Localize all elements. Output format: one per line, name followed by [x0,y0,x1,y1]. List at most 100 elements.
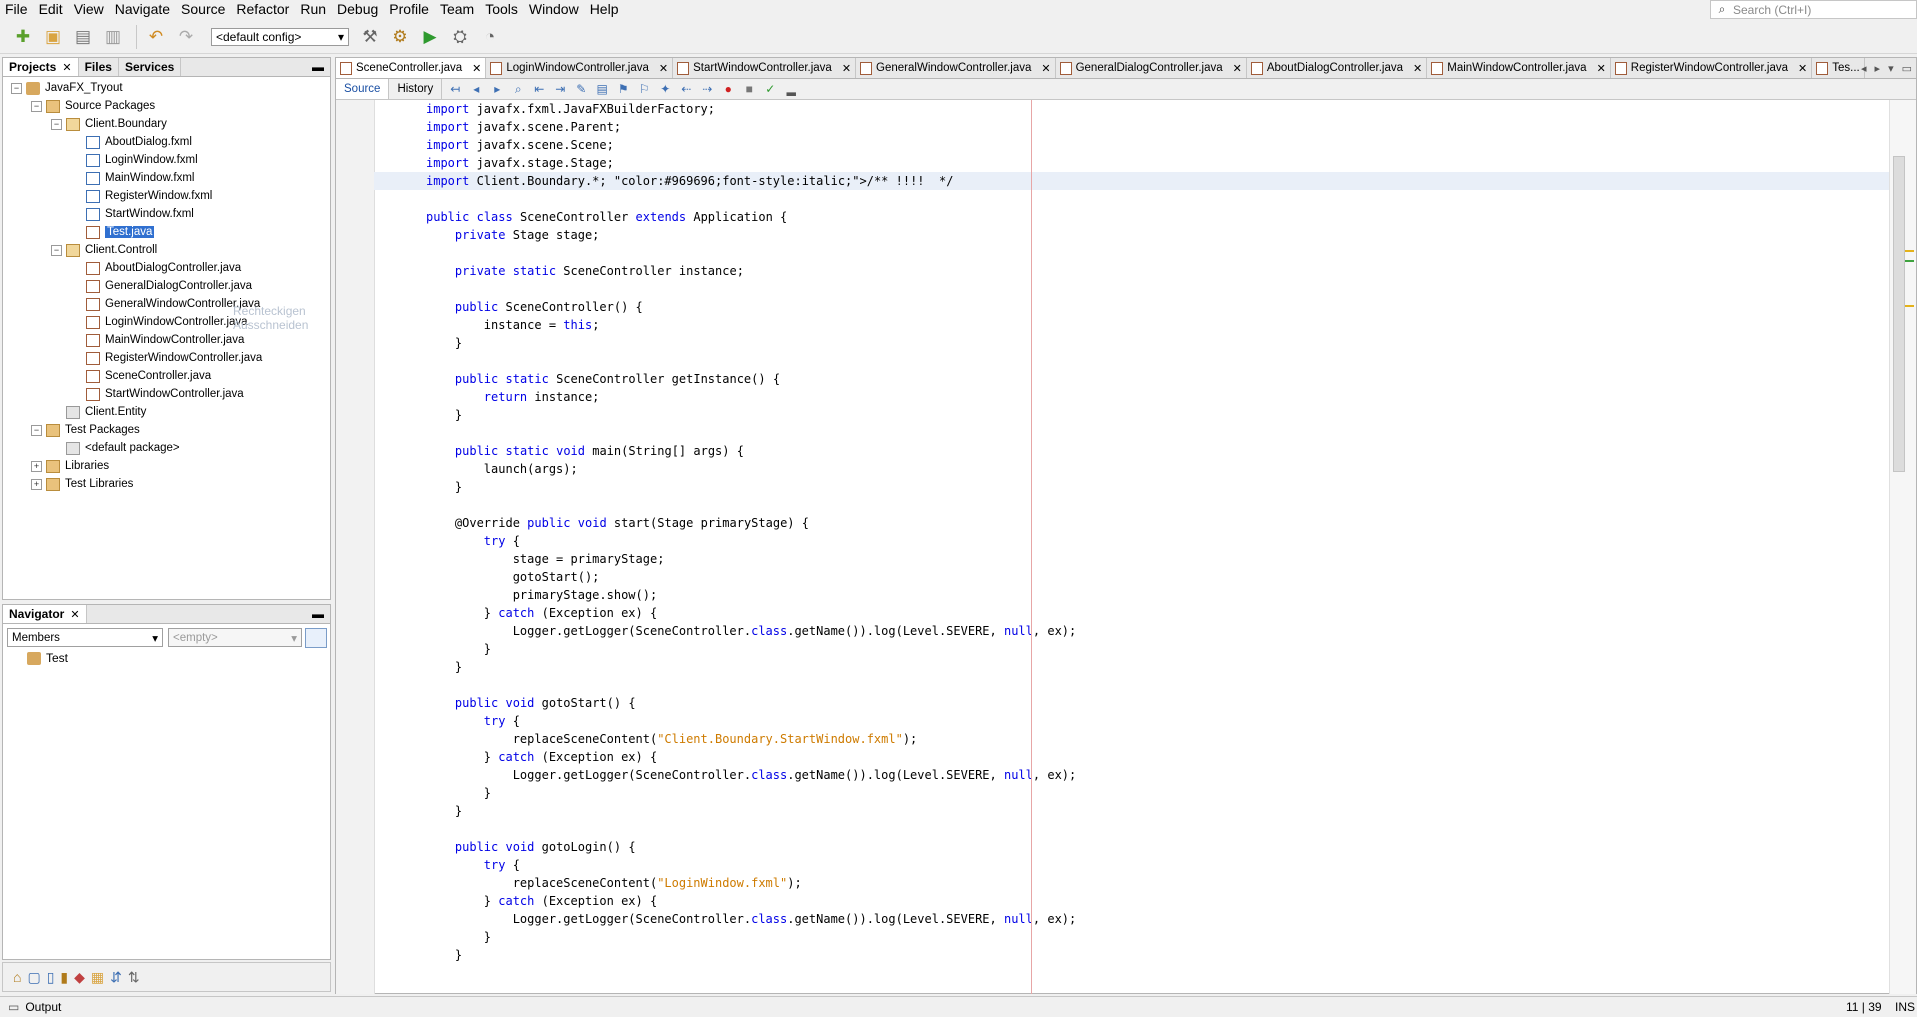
close-project-icon[interactable]: ▥ [100,24,126,50]
tree-item[interactable]: Client.Entity [51,403,146,421]
tree-item[interactable]: MainWindowController.java [71,331,244,349]
folder-icon[interactable]: ▦ [91,969,104,986]
editor-tab[interactable]: Tes... [1812,58,1865,78]
close-icon[interactable]: ✕ [1798,62,1807,75]
find-previous-icon[interactable]: ⇤ [531,81,547,97]
code-line[interactable]: 18 public SceneController() { [374,298,1889,316]
collapse-icon[interactable]: − [11,82,22,94]
code-line[interactable]: 50 replaceSceneContent("LoginWindow.fxml… [374,874,1889,892]
code-line[interactable]: 42 replaceSceneContent("Client.Boundary.… [374,730,1889,748]
code-line[interactable]: 46 } [374,802,1889,820]
code-line[interactable]: 17 [374,280,1889,298]
filter-select[interactable]: <empty> ▾ [168,628,302,647]
tree-item[interactable]: SceneController.java [71,367,211,385]
tree-item[interactable]: LoginWindow.fxml [71,151,198,169]
shift-left-icon[interactable]: ⇠ [678,81,694,97]
code-line[interactable]: 36 Logger.getLogger(SceneController.clas… [374,622,1889,640]
code-line[interactable]: public class SceneController extends App… [374,208,1889,226]
code-line[interactable]: 15 [374,244,1889,262]
editor-tab[interactable]: AboutDialogController.java ✕ [1247,58,1428,78]
code-line[interactable]: 25 [374,424,1889,442]
redo-icon[interactable]: ↷ [173,24,199,50]
close-icon[interactable]: ✕ [842,62,851,75]
project-icon[interactable]: ⌂ [13,969,21,985]
toggle-bookmark-icon[interactable]: ✦ [657,81,673,97]
close-icon[interactable]: ✕ [472,62,481,75]
tab-projects[interactable]: Projects ✕ [3,58,79,76]
scroll-thumb[interactable] [1893,156,1905,472]
code-line[interactable]: 45 } [374,784,1889,802]
close-icon[interactable]: ✕ [62,61,71,74]
code-line[interactable]: 51 } catch (Exception ex) { [374,892,1889,910]
undo-icon[interactable]: ↶ [143,24,169,50]
expand-icon[interactable]: + [31,460,42,472]
stop-macro-icon[interactable]: ■ [741,81,757,97]
code-line[interactable]: 39 [374,676,1889,694]
tab-files[interactable]: Files [79,58,119,76]
tab-services[interactable]: Services [119,58,182,76]
tree-item[interactable]: LoginWindowController.java [71,313,248,331]
code-line[interactable]: 20 } [374,334,1889,352]
code-line[interactable]: 53 } [374,928,1889,946]
close-icon[interactable]: ✕ [1413,62,1422,75]
code-line[interactable]: 40 public void gotoStart() { [374,694,1889,712]
menu-run[interactable]: Run [295,0,332,18]
collapse-icon[interactable]: − [51,244,62,256]
members-select[interactable]: Members ▾ [7,628,163,647]
clean-build-icon[interactable]: ⚙ [387,24,413,50]
code-line[interactable]: import Client.Boundary.*; "color:#969696… [374,172,1889,190]
menu-source[interactable]: Source [176,0,231,18]
tab-source[interactable]: Source [336,79,390,99]
code-line[interactable]: 44 Logger.getLogger(SceneController.clas… [374,766,1889,784]
tree-item[interactable]: AboutDialog.fxml [71,133,192,151]
code-line[interactable]: instance = this; [374,316,1889,334]
lock-icon[interactable]: ▮ [60,969,68,986]
open-project-icon[interactable]: ▤ [70,24,96,50]
debug-icon[interactable]: ⛭ [447,24,473,50]
code-line[interactable]: 52 Logger.getLogger(SceneController.clas… [374,910,1889,928]
run-icon[interactable]: ▶ [417,24,443,50]
code-line[interactable]: 49 try { [374,856,1889,874]
navigator-item-test[interactable]: Test [27,649,68,667]
editor-tab[interactable]: GeneralDialogController.java ✕ [1056,58,1247,78]
editor-tab[interactable]: SceneController.java ✕ [336,58,487,78]
code-line[interactable]: 32 stage = primaryStage; [374,550,1889,568]
comment-icon[interactable]: ✓ [762,81,778,97]
tree-item[interactable]: − Client.Boundary [51,115,167,133]
new-file-icon[interactable]: ✚ [10,24,36,50]
code-line[interactable]: 26 public static void main(String[] args… [374,442,1889,460]
close-icon[interactable]: ✕ [1597,62,1606,75]
close-icon[interactable]: ✕ [1041,62,1050,75]
tree-item[interactable]: StartWindow.fxml [71,205,194,223]
search-input[interactable]: ⌕ Search (Ctrl+I) [1710,0,1917,19]
collapse-icon[interactable]: − [31,100,42,112]
tree-item[interactable]: RegisterWindow.fxml [71,187,212,205]
menu-navigate[interactable]: Navigate [110,0,176,18]
editor-tab[interactable]: StartWindowController.java ✕ [673,58,857,78]
menu-view[interactable]: View [69,0,110,18]
menu-team[interactable]: Team [435,0,480,18]
menu-tools[interactable]: Tools [480,0,524,18]
build-icon[interactable]: ⚒ [357,24,383,50]
minimize-icon[interactable]: ▬ [312,58,324,76]
tree-item[interactable]: − Client.Controll [51,241,157,259]
menu-edit[interactable]: Edit [34,0,69,18]
split-icon[interactable]: ▯ [47,969,55,986]
code-line[interactable]: 21 [374,352,1889,370]
vertical-scrollbar[interactable] [1889,100,1916,994]
uncomment-icon[interactable]: ▂ [783,81,799,97]
code-line[interactable]: 7import javafx.fxml.JavaFXBuilderFactory… [374,100,1889,118]
editor-tab[interactable]: MainWindowController.java ✕ [1427,58,1611,78]
shapes-icon[interactable]: ◆ [74,969,85,986]
menu-debug[interactable]: Debug [332,0,384,18]
code-line[interactable]: 34 primaryStage.show(); [374,586,1889,604]
code-line[interactable]: 47 [374,820,1889,838]
code-line[interactable]: 14 private Stage stage; [374,226,1889,244]
code-line[interactable]: 9import javafx.scene.Scene; [374,136,1889,154]
output-tab[interactable]: Output [25,1000,61,1014]
code-line[interactable]: 48 public void gotoLogin() { [374,838,1889,856]
start-macro-icon[interactable]: ● [720,81,736,97]
code-line[interactable]: 38 } [374,658,1889,676]
tree-item[interactable]: − Test Packages [31,421,140,439]
previous-bookmark-icon[interactable]: ⚑ [615,81,631,97]
